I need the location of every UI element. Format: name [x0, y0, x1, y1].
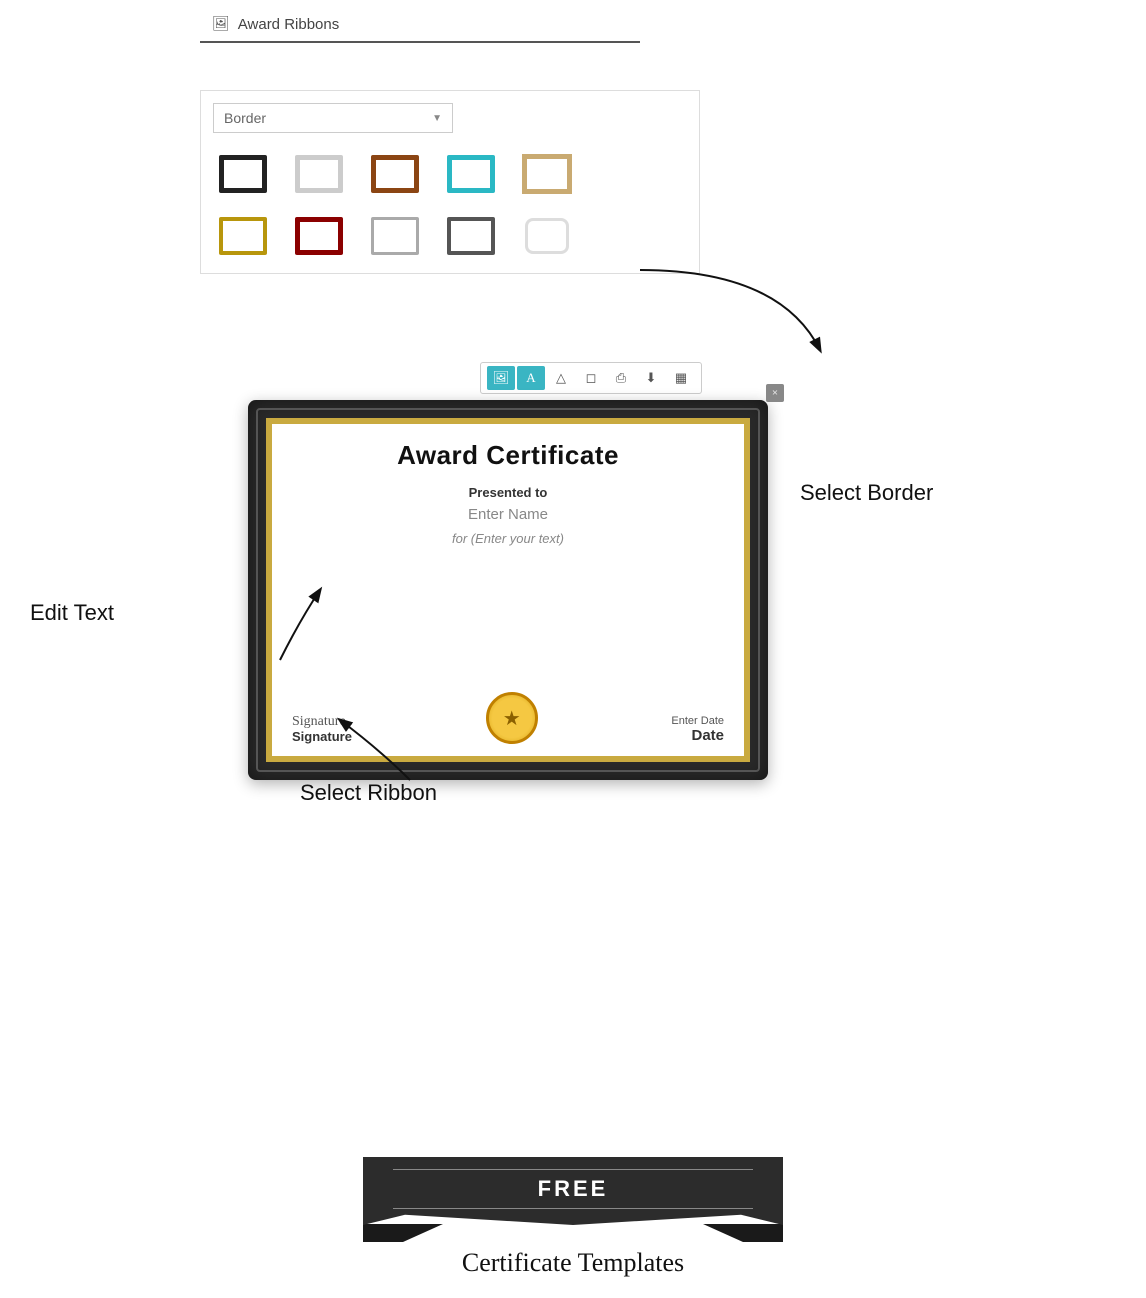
- certificate-outer-frame: × Award Certificate Presented to Enter N…: [248, 400, 768, 780]
- banner-top-line: [393, 1169, 753, 1170]
- border-label: Border: [224, 110, 266, 126]
- bottom-banner: FREE Certificate Templates: [333, 1157, 813, 1278]
- border-grid: [213, 149, 687, 261]
- border-row-1: [213, 149, 687, 199]
- certificate-title[interactable]: Award Certificate: [397, 440, 619, 471]
- banner-free-label: FREE: [538, 1176, 609, 1202]
- editor-toolbar: 🖼 A △ ◻ ⎙ ⬇ ▦: [480, 362, 702, 394]
- border-item-black[interactable]: [213, 149, 273, 199]
- close-button[interactable]: ×: [766, 384, 784, 402]
- ribbon-icon: 🖼: [212, 16, 230, 33]
- banner-subtitle[interactable]: Certificate Templates: [462, 1248, 684, 1278]
- select-border-annotation: Select Border: [800, 480, 933, 506]
- signature-cursive: Signature: [292, 715, 346, 729]
- border-item-gold-ornate[interactable]: [517, 149, 577, 199]
- toolbar-page-btn[interactable]: ◻: [577, 366, 605, 390]
- ribbon-tail-right: [703, 1224, 783, 1242]
- border-item-lightgray[interactable]: [289, 149, 349, 199]
- signature-label[interactable]: Signature: [292, 729, 352, 744]
- border-item-red[interactable]: [289, 211, 349, 261]
- certificate-presented: Presented to: [469, 485, 548, 500]
- border-dropdown[interactable]: Border ▼: [213, 103, 453, 133]
- edit-text-annotation: Edit Text: [30, 600, 114, 626]
- chevron-down-icon: ▼: [432, 113, 442, 124]
- border-section: Border ▼: [200, 90, 700, 274]
- toolbar-print-btn[interactable]: ⎙: [607, 366, 635, 390]
- ribbon-tails: [363, 1224, 783, 1242]
- date-label: Enter Date: [671, 715, 724, 727]
- border-item-gold2[interactable]: [213, 211, 273, 261]
- date-value[interactable]: Date: [691, 727, 724, 744]
- seal-star-icon: ★: [503, 706, 521, 731]
- select-ribbon-annotation: Select Ribbon: [300, 780, 437, 806]
- award-ribbons-dropdown[interactable]: 🖼 Award Ribbons: [200, 8, 640, 43]
- border-item-silver[interactable]: [365, 211, 425, 261]
- toolbar-download-btn[interactable]: ⬇: [637, 366, 665, 390]
- border-item-darkgray[interactable]: [441, 211, 501, 261]
- border-item-brown[interactable]: [365, 149, 425, 199]
- border-item-white-oval[interactable]: [517, 211, 577, 261]
- toolbar-text-btn[interactable]: A: [517, 366, 545, 390]
- toolbar-image-btn[interactable]: 🖼: [487, 366, 515, 390]
- certificate-container: × Award Certificate Presented to Enter N…: [248, 400, 768, 780]
- certificate-footer: Signature Signature ★ Enter Date Date: [292, 692, 724, 744]
- toolbar-grid-btn[interactable]: ▦: [667, 366, 695, 390]
- banner-bottom-line: [393, 1208, 753, 1209]
- certificate-date: Enter Date Date: [671, 715, 724, 744]
- certificate-signature: Signature Signature: [292, 715, 352, 744]
- banner-dark-shape: FREE: [363, 1157, 783, 1225]
- certificate-for-field[interactable]: for (Enter your text): [452, 531, 564, 546]
- toolbar-shape-btn[interactable]: △: [547, 366, 575, 390]
- ribbon-tail-left: [363, 1224, 443, 1242]
- certificate-seal: ★: [486, 692, 538, 744]
- certificate-inner: Award Certificate Presented to Enter Nam…: [266, 418, 750, 762]
- dropdown-label: Award Ribbons: [238, 16, 628, 33]
- certificate-name-field[interactable]: Enter Name: [468, 506, 548, 523]
- border-item-teal[interactable]: [441, 149, 501, 199]
- border-row-2: [213, 211, 687, 261]
